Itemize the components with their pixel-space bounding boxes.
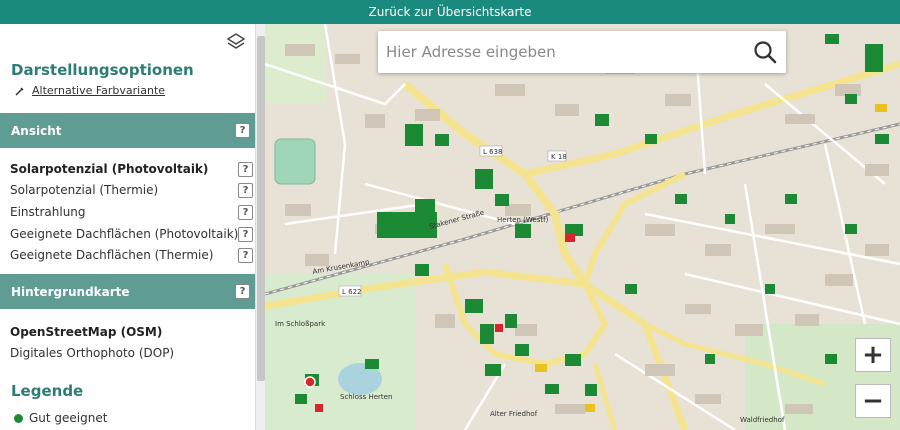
address-search-box xyxy=(378,31,786,73)
option-osm[interactable]: OpenStreetMap (OSM) xyxy=(10,325,162,339)
legend-label-good: Gut geeignet xyxy=(29,411,108,425)
help-button-suitable-roofs-pv[interactable]: ? xyxy=(238,227,253,242)
option-suitable-roofs-thermal[interactable]: Geeignete Dachflächen (Thermie) xyxy=(10,248,213,262)
help-button-pv-potential[interactable]: ? xyxy=(238,162,253,177)
layers-icon[interactable] xyxy=(226,32,246,52)
help-button-suitable-roofs-thermal[interactable]: ? xyxy=(238,248,253,263)
option-thermal-potential[interactable]: Solarpotenzial (Thermie) xyxy=(10,183,158,197)
back-to-overview-label: Zurück zur Übersichtskarte xyxy=(368,5,532,19)
help-button-background[interactable]: ? xyxy=(235,284,250,299)
option-pv-potential[interactable]: Solarpotenzial (Photovoltaik) xyxy=(10,162,208,176)
option-dop[interactable]: Digitales Orthophoto (DOP) xyxy=(10,346,174,360)
section-label-ansicht: Ansicht xyxy=(11,123,62,138)
legend-item-good: Gut geeignet xyxy=(14,411,107,425)
solar-map[interactable]: L 638 K 18 L 622 Stakener Straße Am Krus… xyxy=(265,24,900,430)
map-label-road1: L 638 xyxy=(483,148,503,156)
back-to-overview-link[interactable]: Zurück zur Übersichtskarte xyxy=(0,0,900,24)
map-canvas: L 638 K 18 L 622 Stakener Straße Am Krus… xyxy=(265,24,900,430)
address-search-input[interactable] xyxy=(386,39,736,65)
section-label-background: Hintergrundkarte xyxy=(11,284,130,299)
section-header-background[interactable]: Hintergrundkarte ? xyxy=(0,274,255,309)
legend-swatch-good xyxy=(14,413,23,423)
option-suitable-roofs-pv[interactable]: Geeignete Dachflächen (Photovoltaik) xyxy=(10,227,238,241)
help-button-thermal-potential[interactable]: ? xyxy=(238,183,253,198)
display-options-title: Darstellungsoptionen xyxy=(11,61,194,79)
zoom-in-button[interactable]: + xyxy=(855,338,891,372)
map-label-place3: Waldfriedhof xyxy=(740,416,785,424)
help-button-irradiation[interactable]: ? xyxy=(238,205,253,220)
map-label-place2: Alter Friedhof xyxy=(490,410,538,418)
map-label-place1: Schloss Herten xyxy=(340,393,392,401)
alt-color-label: Alternative Farbvariante xyxy=(32,84,166,97)
sidebar-scrollbar[interactable] xyxy=(255,24,265,430)
alt-color-link[interactable]: Alternative Farbvariante xyxy=(14,84,165,97)
search-icon[interactable] xyxy=(752,39,778,65)
map-label-street3: Im Schloßpark xyxy=(275,320,326,328)
section-header-ansicht[interactable]: Ansicht ? xyxy=(0,113,255,148)
option-irradiation[interactable]: Einstrahlung xyxy=(10,205,86,219)
scrollbar-thumb[interactable] xyxy=(257,36,265,381)
map-label-road2: K 18 xyxy=(551,153,567,161)
map-label-road3: L 622 xyxy=(342,288,362,296)
brush-icon xyxy=(15,86,24,96)
zoom-out-button[interactable]: − xyxy=(855,384,891,418)
map-label-place4: Herten (Westf) xyxy=(497,216,549,224)
help-button-ansicht[interactable]: ? xyxy=(235,123,250,138)
legend-title: Legende xyxy=(11,382,84,400)
